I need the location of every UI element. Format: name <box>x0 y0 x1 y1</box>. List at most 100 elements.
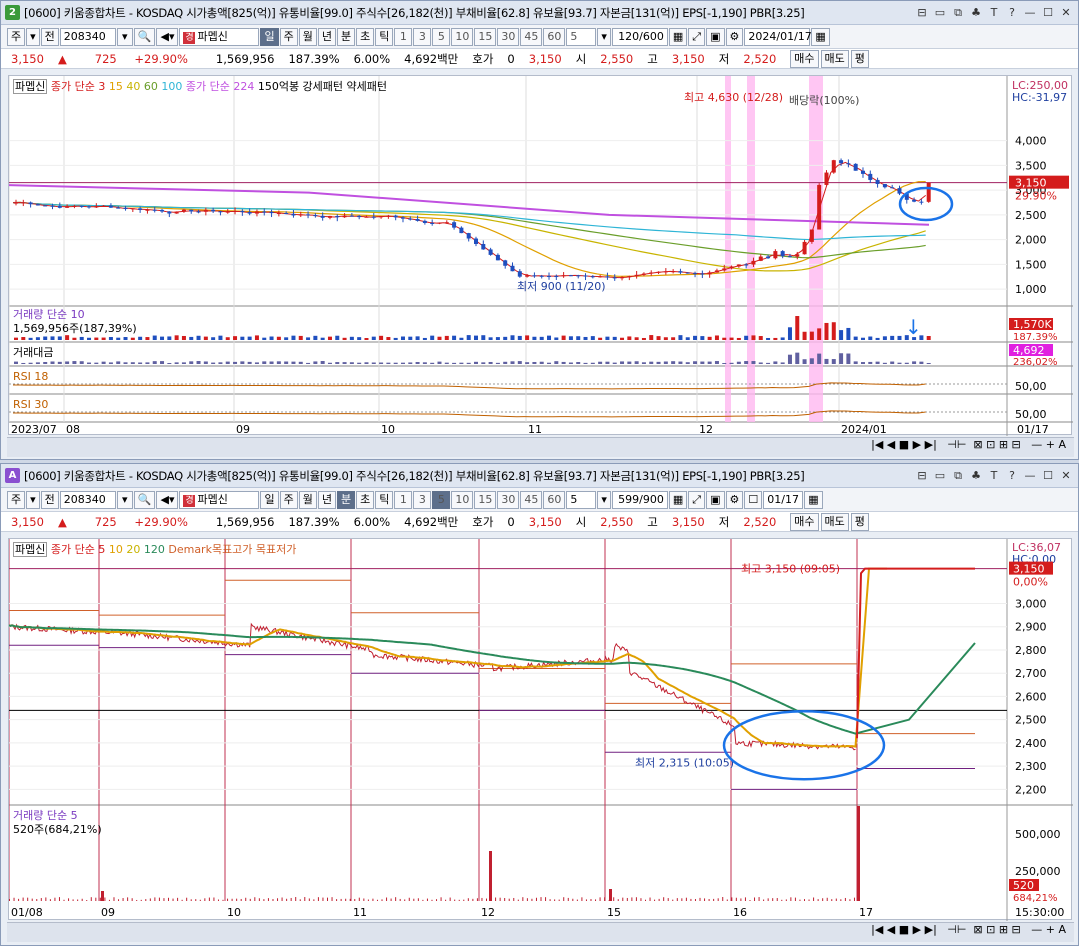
layout-icon[interactable]: ⊟ <box>914 6 930 20</box>
save-icon[interactable]: ▣ <box>706 490 725 509</box>
period-minute[interactable]: 분 <box>336 27 356 46</box>
settings-icon[interactable]: ⚙ <box>725 27 744 46</box>
calendar-icon[interactable]: ▦ <box>811 27 830 46</box>
count-input[interactable]: 599/900 <box>611 490 668 509</box>
period-week[interactable]: 주 <box>279 490 298 509</box>
text-icon[interactable]: T <box>986 469 1002 483</box>
layout-icon[interactable]: ⊟ <box>914 469 930 483</box>
close-icon[interactable]: ✕ <box>1058 469 1074 483</box>
sound-icon[interactable]: ◀▾ <box>156 27 179 46</box>
interval-45[interactable]: 45 <box>520 27 543 46</box>
period-week[interactable]: 주 <box>279 27 298 46</box>
period-year[interactable]: 년 <box>317 27 336 46</box>
candle-body <box>488 249 493 255</box>
minute-chart-area[interactable]: 3,000 2,900 2,800 2,700 2,600 2,500 2,400 2,300… <box>8 538 1073 921</box>
restore-icon[interactable]: ▭ <box>932 469 948 483</box>
chart-type-select[interactable]: 주 <box>7 27 26 46</box>
interval-3[interactable]: 3 <box>413 27 432 46</box>
volume-bar <box>781 899 783 901</box>
avg-button[interactable]: 평 <box>850 512 869 531</box>
sell-button[interactable]: 매도 <box>820 512 849 531</box>
candle-body <box>14 202 18 204</box>
calendar-icon[interactable]: ▦ <box>804 490 823 509</box>
candle-body <box>641 273 646 275</box>
scroll-controls[interactable]: |◀ ◀ ■ ▶ ▶| ⊣⊢ ⊠ ⊡ ⊞ ⊟ — + A <box>871 923 1066 936</box>
interval-input[interactable]: 5 <box>566 490 597 509</box>
volume-bar <box>304 897 306 901</box>
period-minute[interactable]: 분 <box>336 490 356 509</box>
interval-10[interactable]: 10 <box>451 27 474 46</box>
sound-icon[interactable]: ◀▾ <box>156 490 179 509</box>
daily-chart-area[interactable]: 4,000 3,500 3,000 2,500 2,000 1,500 1,000 최고 4,… <box>8 75 1073 436</box>
interval-input[interactable]: 5 <box>566 27 597 46</box>
chart-scrollbar-2[interactable]: |◀ ◀ ■ ▶ ▶| ⊣⊢ ⊠ ⊡ ⊞ ⊟ — + A <box>7 922 1074 942</box>
interval-15[interactable]: 15 <box>474 27 497 46</box>
club-icon[interactable]: ♣ <box>968 469 984 483</box>
interval-1[interactable]: 1 <box>394 27 413 46</box>
interval-1[interactable]: 1 <box>394 490 413 509</box>
code-input[interactable]: 208340 <box>59 490 116 509</box>
amount-bar <box>758 362 763 364</box>
interval-3[interactable]: 3 <box>413 490 432 509</box>
period-second[interactable]: 초 <box>356 490 375 509</box>
club-icon[interactable]: ♣ <box>968 6 984 20</box>
amount-bar <box>780 362 785 364</box>
avg-button[interactable]: 평 <box>850 49 869 68</box>
interval-60[interactable]: 60 <box>543 27 566 46</box>
minimize-icon[interactable]: — <box>1022 6 1038 20</box>
period-year[interactable]: 년 <box>317 490 336 509</box>
copy-window-icon[interactable]: ⧉ <box>950 6 966 20</box>
interval-60[interactable]: 60 <box>543 490 566 509</box>
interval-30[interactable]: 30 <box>497 490 520 509</box>
save-icon[interactable]: ▣ <box>706 27 725 46</box>
text-icon[interactable]: T <box>986 6 1002 20</box>
interval-30[interactable]: 30 <box>497 27 520 46</box>
line-tools-icon[interactable]: ⤢ <box>688 490 706 509</box>
period-tick[interactable]: 틱 <box>375 27 394 46</box>
date-input[interactable]: 2024/01/17 <box>744 27 812 46</box>
pct-tag: 0,00% <box>1013 576 1048 589</box>
period-day[interactable]: 일 <box>260 27 279 46</box>
copy-window-icon[interactable]: ⧉ <box>950 469 966 483</box>
interval-45[interactable]: 45 <box>520 490 543 509</box>
interval-5[interactable]: 5 <box>432 27 451 46</box>
volume-bar <box>612 336 617 340</box>
interval-10[interactable]: 10 <box>451 490 474 509</box>
search-icon[interactable]: 🔍 <box>133 490 156 509</box>
buy-button[interactable]: 매수 <box>790 49 819 68</box>
close-icon[interactable]: ✕ <box>1058 6 1074 20</box>
volume-bar <box>233 336 238 340</box>
search-icon[interactable]: 🔍 <box>133 27 156 46</box>
interval-5[interactable]: 5 <box>432 490 451 509</box>
help-icon[interactable]: ? <box>1004 6 1020 20</box>
code-input[interactable]: 208340 <box>59 27 116 46</box>
interval-15[interactable]: 15 <box>474 490 497 509</box>
tools-icon[interactable]: ▦ <box>668 490 688 509</box>
minimize-icon[interactable]: — <box>1022 469 1038 483</box>
maximize-icon[interactable]: ☐ <box>1040 469 1056 483</box>
sell-button[interactable]: 매도 <box>820 49 849 68</box>
settings-icon[interactable]: ⚙ <box>725 490 744 509</box>
help-icon[interactable]: ? <box>1004 469 1020 483</box>
amount-bar <box>101 361 106 364</box>
maximize-icon[interactable]: ☐ <box>1040 6 1056 20</box>
date-checkbox[interactable]: ☐ <box>744 490 763 509</box>
line-tools-icon[interactable]: ⤢ <box>688 27 706 46</box>
scroll-controls[interactable]: |◀ ◀ ■ ▶ ▶| ⊣⊢ ⊠ ⊡ ⊞ ⊟ — + A <box>871 438 1066 451</box>
date-input[interactable]: 01/17 <box>763 490 804 509</box>
code-dropdown-icon[interactable]: ▾ <box>116 27 133 46</box>
code-dropdown-icon[interactable]: ▾ <box>116 490 133 509</box>
period-day[interactable]: 일 <box>260 490 279 509</box>
count-input[interactable]: 120/600 <box>611 27 668 46</box>
tools-icon[interactable]: ▦ <box>668 27 688 46</box>
period-month[interactable]: 월 <box>298 27 317 46</box>
chart-type-select[interactable]: 주 <box>7 490 26 509</box>
period-second[interactable]: 초 <box>356 27 375 46</box>
period-tick[interactable]: 틱 <box>375 490 394 509</box>
restore-icon[interactable]: ▭ <box>932 6 948 20</box>
period-month[interactable]: 월 <box>298 490 317 509</box>
chart-scrollbar[interactable]: |◀ ◀ ■ ▶ ▶| ⊣⊢ ⊠ ⊡ ⊞ ⊟ — + A <box>7 437 1074 457</box>
market-select[interactable]: 전 <box>40 27 59 46</box>
buy-button[interactable]: 매수 <box>790 512 819 531</box>
market-select[interactable]: 전 <box>40 490 59 509</box>
